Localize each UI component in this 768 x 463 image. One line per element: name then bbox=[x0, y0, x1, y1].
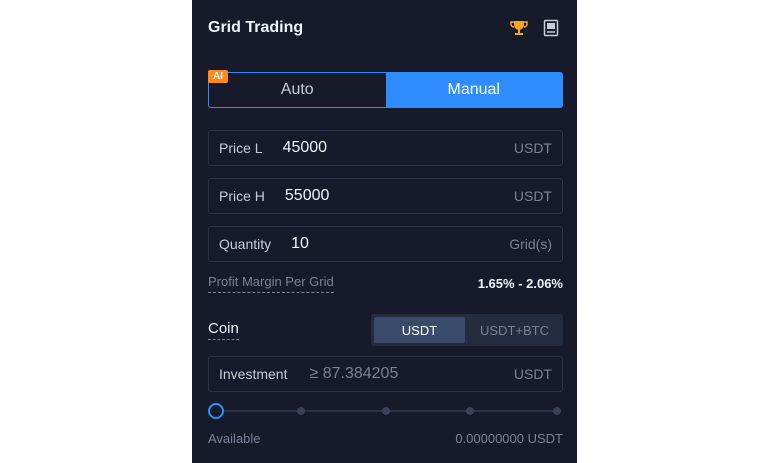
price-low-field[interactable]: Price L 45000 USDT bbox=[208, 130, 563, 166]
slider-knob[interactable] bbox=[208, 403, 224, 419]
price-high-value[interactable]: 55000 bbox=[285, 187, 514, 205]
available-row: Available 0.00000000 USDT bbox=[208, 431, 563, 446]
investment-unit: USDT bbox=[513, 366, 552, 382]
book-icon[interactable] bbox=[541, 18, 561, 38]
investment-slider[interactable] bbox=[208, 403, 563, 419]
slider-stop[interactable] bbox=[382, 407, 390, 415]
profit-margin-label[interactable]: Profit Margin Per Grid bbox=[208, 274, 334, 293]
panel-title: Grid Trading bbox=[208, 19, 304, 36]
coin-label[interactable]: Coin bbox=[208, 320, 239, 340]
mode-tabs: AI Auto Manual bbox=[208, 70, 563, 108]
coin-toggle: USDT USDT+BTC bbox=[371, 314, 563, 346]
trophy-icon[interactable] bbox=[509, 18, 529, 38]
price-high-field[interactable]: Price H 55000 USDT bbox=[208, 178, 563, 214]
header-icons bbox=[509, 18, 561, 38]
coin-option-usdt[interactable]: USDT bbox=[374, 317, 465, 343]
tab-auto[interactable]: AI Auto bbox=[208, 70, 386, 107]
ai-badge: AI bbox=[208, 70, 228, 83]
panel-header: Grid Trading bbox=[208, 16, 561, 40]
quantity-field[interactable]: Quantity 10 Grid(s) bbox=[208, 226, 563, 262]
investment-field[interactable]: Investment ≥ 87.384205 USDT bbox=[208, 356, 563, 392]
tab-manual-label: Manual bbox=[447, 81, 500, 98]
tab-manual[interactable]: Manual bbox=[385, 73, 562, 107]
investment-label: Investment bbox=[219, 366, 288, 382]
profit-margin-value: 1.65% - 2.06% bbox=[477, 276, 563, 291]
quantity-value[interactable]: 10 bbox=[291, 235, 509, 253]
price-low-value[interactable]: 45000 bbox=[283, 139, 514, 157]
price-high-unit: USDT bbox=[513, 188, 552, 204]
profit-margin-row: Profit Margin Per Grid 1.65% - 2.06% bbox=[208, 274, 563, 293]
price-low-label: Price L bbox=[219, 140, 263, 156]
price-high-label: Price H bbox=[219, 188, 265, 204]
coin-option-usdt-btc[interactable]: USDT+BTC bbox=[469, 317, 560, 343]
slider-stop[interactable] bbox=[466, 407, 474, 415]
quantity-unit: Grid(s) bbox=[509, 236, 552, 252]
coin-row: Coin USDT USDT+BTC bbox=[208, 314, 563, 346]
quantity-label: Quantity bbox=[219, 236, 272, 252]
slider-stop[interactable] bbox=[297, 407, 305, 415]
available-value: 0.00000000 USDT bbox=[455, 431, 563, 446]
grid-trading-panel: Grid Trading AI Auto Manual Price L 4500… bbox=[192, 0, 577, 463]
slider-stop[interactable] bbox=[553, 407, 561, 415]
tab-auto-label: Auto bbox=[280, 81, 314, 98]
price-low-unit: USDT bbox=[513, 140, 552, 156]
investment-input[interactable]: ≥ 87.384205 bbox=[309, 365, 513, 383]
available-label: Available bbox=[208, 431, 261, 446]
